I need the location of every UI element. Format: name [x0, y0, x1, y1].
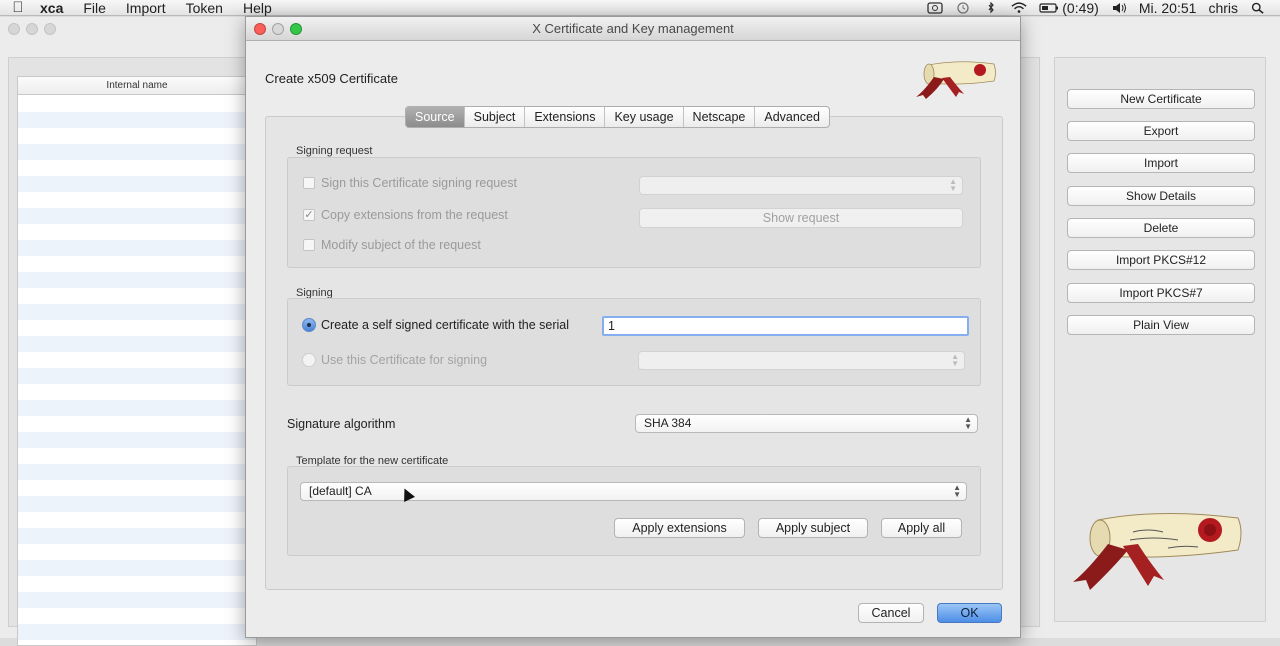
dialog-minimize-button[interactable] — [272, 23, 284, 35]
signature-algorithm-label: Signature algorithm — [287, 417, 396, 431]
menu-file[interactable]: File — [73, 0, 116, 16]
ok-button[interactable]: OK — [937, 603, 1002, 623]
use-certificate-radio-dot[interactable] — [302, 353, 316, 367]
sign-csr-checkbox-box[interactable] — [303, 177, 315, 189]
source-tab-pane: Signing request Sign this Certificate si… — [265, 116, 1003, 590]
menubar-status-area: (0:49) Mi. 20:51 chris — [927, 0, 1266, 16]
cancel-button[interactable]: Cancel — [858, 603, 924, 623]
time-machine-icon[interactable] — [955, 2, 971, 14]
xca-seal-logo-small — [916, 61, 996, 99]
tab-advanced[interactable]: Advanced — [755, 107, 829, 127]
copy-extensions-label: Copy extensions from the request — [321, 208, 508, 222]
menu-token[interactable]: Token — [176, 0, 233, 16]
apply-subject-button[interactable]: Apply subject — [758, 518, 868, 538]
delete-button[interactable]: Delete — [1067, 218, 1255, 238]
export-button[interactable]: Export — [1067, 121, 1255, 141]
tab-netscape[interactable]: Netscape — [684, 107, 756, 127]
sign-csr-checkbox[interactable]: Sign this Certificate signing request — [303, 176, 517, 190]
column-header-internal-name[interactable]: Internal name — [18, 77, 256, 95]
use-certificate-label: Use this Certificate for signing — [321, 353, 488, 367]
clock[interactable]: Mi. 20:51 — [1139, 0, 1197, 16]
bluetooth-icon[interactable] — [983, 2, 999, 14]
volume-icon[interactable] — [1111, 2, 1127, 14]
import-pkcs7-button[interactable]: Import PKCS#7 — [1067, 283, 1255, 303]
menubar:  xca File Import Token Help (0:49) Mi. … — [0, 0, 1280, 16]
signature-algorithm-value: SHA 384 — [644, 416, 692, 430]
battery-indicator[interactable]: (0:49) — [1039, 0, 1099, 16]
apply-all-button[interactable]: Apply all — [881, 518, 962, 538]
apple-logo-icon[interactable]:  — [0, 0, 36, 16]
main-zoom-button[interactable] — [44, 23, 56, 35]
dialog-titlebar: X Certificate and Key management — [246, 17, 1020, 41]
new-certificate-button[interactable]: New Certificate — [1067, 89, 1255, 109]
show-request-button[interactable]: Show request — [639, 208, 963, 228]
modify-subject-checkbox[interactable]: Modify subject of the request — [303, 238, 481, 252]
copy-extensions-checkbox[interactable]: ✓ Copy extensions from the request — [303, 208, 508, 222]
modify-subject-label: Modify subject of the request — [321, 238, 481, 252]
battery-time: (0:49) — [1062, 0, 1099, 16]
select-arrows-icon: ▲ ▼ — [951, 352, 959, 368]
sync-icon[interactable] — [927, 2, 943, 14]
self-signed-radio[interactable]: Create a self signed certificate with th… — [302, 318, 569, 332]
menu-help[interactable]: Help — [233, 0, 282, 16]
tab-subject[interactable]: Subject — [465, 107, 526, 127]
self-signed-radio-dot[interactable] — [302, 318, 316, 332]
select-arrows-icon: ▲ ▼ — [953, 483, 961, 499]
import-pkcs12-button[interactable]: Import PKCS#12 — [1067, 250, 1255, 270]
signing-request-title: Signing request — [296, 145, 373, 157]
self-signed-label: Create a self signed certificate with th… — [321, 318, 570, 332]
apply-extensions-button[interactable]: Apply extensions — [614, 518, 745, 538]
user-name[interactable]: chris — [1208, 0, 1238, 16]
serial-input[interactable]: 1 — [602, 316, 969, 336]
menu-import[interactable]: Import — [116, 0, 176, 16]
import-button[interactable]: Import — [1067, 153, 1255, 173]
wifi-icon[interactable] — [1011, 2, 1027, 14]
certificate-list-rows[interactable] — [18, 96, 256, 645]
use-certificate-radio[interactable]: Use this Certificate for signing — [302, 353, 487, 367]
dialog-tab-bar: Source Subject Extensions Key usage Nets… — [405, 106, 830, 128]
spotlight-search-icon[interactable] — [1250, 2, 1266, 14]
dialog-heading: Create x509 Certificate — [265, 71, 398, 86]
template-value: [default] CA — [309, 484, 372, 498]
menu-app-name[interactable]: xca — [36, 0, 73, 16]
main-close-button[interactable] — [8, 23, 20, 35]
certificate-list[interactable]: Internal name — [17, 76, 257, 646]
dialog-zoom-button[interactable] — [290, 23, 302, 35]
main-minimize-button[interactable] — [26, 23, 38, 35]
show-details-button[interactable]: Show Details — [1067, 186, 1255, 206]
signing-request-select[interactable]: ▲ ▼ — [639, 176, 963, 195]
battery-icon — [1039, 3, 1059, 13]
signature-algorithm-select[interactable]: SHA 384 ▲ ▼ — [635, 414, 978, 433]
dialog-window-controls — [254, 23, 302, 35]
tab-key-usage[interactable]: Key usage — [605, 107, 684, 127]
create-certificate-dialog: X Certificate and Key management Create … — [245, 16, 1021, 638]
plain-view-button[interactable]: Plain View — [1067, 315, 1255, 335]
tab-extensions[interactable]: Extensions — [525, 107, 606, 127]
signing-request-group: Sign this Certificate signing request ✓ … — [287, 157, 981, 268]
select-arrows-icon: ▲ ▼ — [964, 415, 972, 431]
dialog-close-button[interactable] — [254, 23, 266, 35]
signing-group: Create a self signed certificate with th… — [287, 298, 981, 386]
template-group: [default] CA ▲ ▼ Apply extensions Apply s… — [287, 466, 981, 556]
signing-certificate-select[interactable]: ▲ ▼ — [638, 351, 965, 370]
xca-seal-logo — [1073, 512, 1242, 590]
modify-subject-checkbox-box[interactable] — [303, 239, 315, 251]
tab-source[interactable]: Source — [406, 107, 465, 127]
copy-extensions-checkbox-box[interactable]: ✓ — [303, 209, 315, 221]
dialog-title: X Certificate and Key management — [532, 21, 734, 36]
select-arrows-icon: ▲ ▼ — [949, 177, 957, 193]
main-window-controls — [8, 23, 56, 35]
sign-csr-label: Sign this Certificate signing request — [321, 176, 517, 190]
